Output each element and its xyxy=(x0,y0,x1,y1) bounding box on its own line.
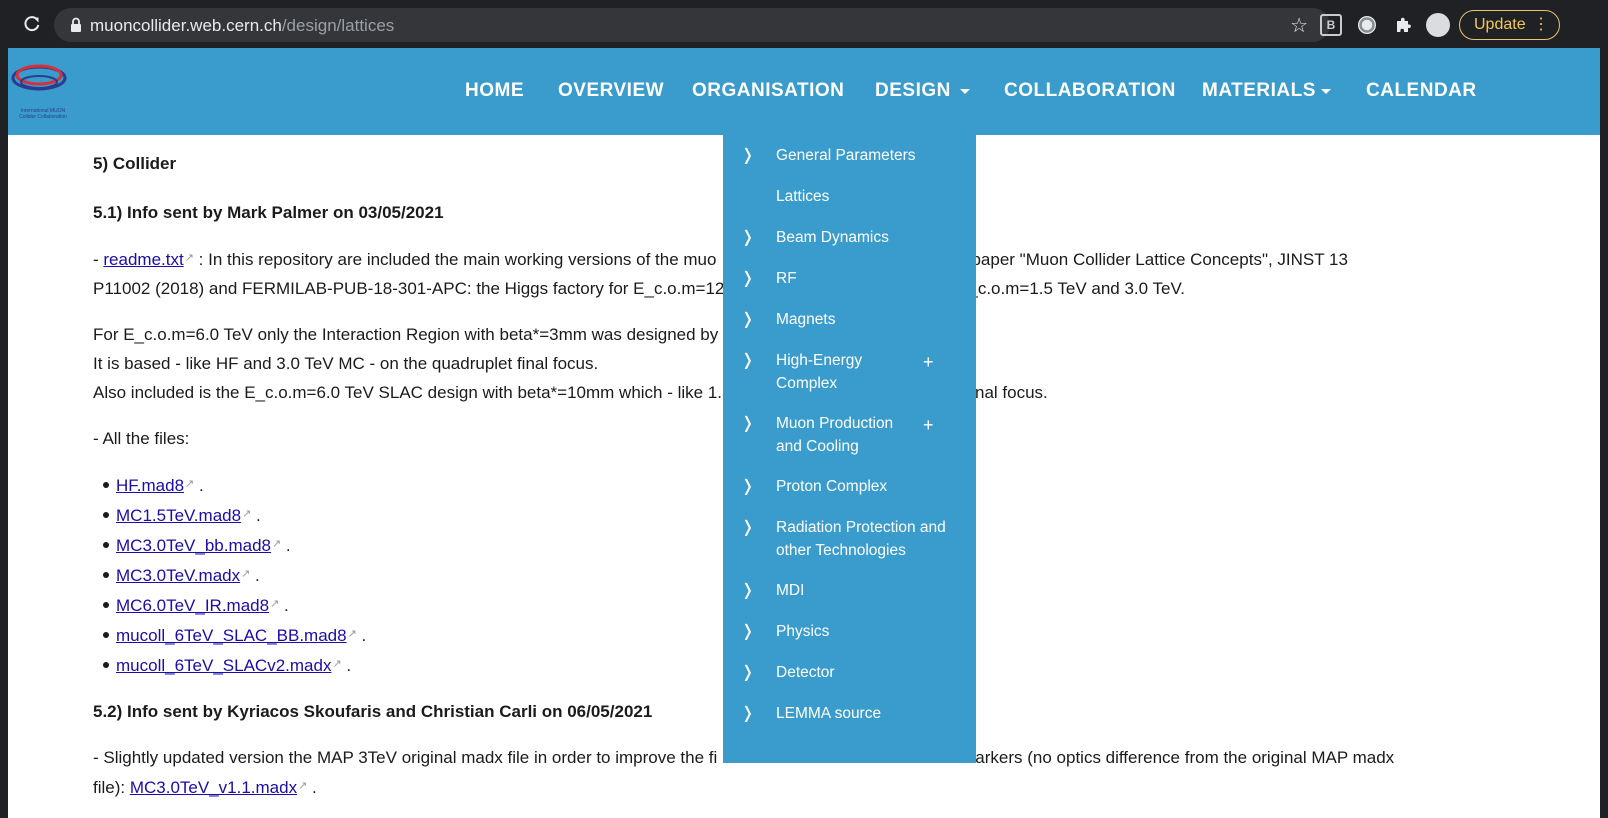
dropdown-item-label: Detector xyxy=(776,664,835,681)
dropdown-item-label: LEMMA source xyxy=(776,705,882,722)
profile-avatar[interactable] xyxy=(1426,13,1450,37)
external-link-icon: ↗ xyxy=(298,780,308,792)
materials-caret-icon[interactable] xyxy=(1321,89,1331,94)
external-link-icon: ↗ xyxy=(185,478,195,490)
file-link[interactable]: mucoll_6TeV_SLAC_BB.mad8 xyxy=(116,626,347,645)
nav-calendar[interactable]: CALENDAR xyxy=(1366,80,1477,102)
menu-dots-icon: ⋮ xyxy=(1533,16,1549,33)
chevron-right-icon: ❭ xyxy=(741,705,755,722)
period-text: . xyxy=(281,536,291,555)
lock-icon xyxy=(71,17,81,32)
address-bar[interactable]: muoncollider.web.cern.ch/design/lattices… xyxy=(54,8,1330,42)
chevron-right-icon: ❭ xyxy=(741,311,755,328)
url-text: muoncollider.web.cern.ch/design/lattices xyxy=(90,16,394,36)
external-link-icon: ↗ xyxy=(241,568,251,580)
chevron-right-icon: ❭ xyxy=(741,415,755,432)
para3-b: arkers (no optics difference from the or… xyxy=(975,748,1395,767)
imcc-logo[interactable]: International MUON Collider Collaboratio… xyxy=(10,58,70,120)
dropdown-item-label: Physics xyxy=(776,623,830,640)
readme-text-b: paper "Muon Collider Lattice Concepts", … xyxy=(971,250,1348,269)
site-header: International MUON Collider Collaboratio… xyxy=(8,48,1600,135)
chevron-right-icon: ❭ xyxy=(741,147,755,164)
readme-line2-b: E_c.o.m=1.5 TeV and 3.0 TeV. xyxy=(957,279,1185,298)
reload-icon[interactable] xyxy=(20,12,44,36)
extension-b-icon[interactable]: B xyxy=(1320,14,1342,36)
external-link-icon: ↗ xyxy=(347,628,357,640)
dropdown-item-label: Proton Complex xyxy=(776,478,888,495)
period-text: . xyxy=(279,596,289,615)
dropdown-item-label: Muon Production and Cooling xyxy=(776,415,894,455)
nav-overview[interactable]: OVERVIEW xyxy=(558,80,664,102)
external-link-icon: ↗ xyxy=(270,598,280,610)
chevron-right-icon: ❭ xyxy=(741,229,755,246)
update-label: Update xyxy=(1474,16,1526,33)
chevron-right-icon: ❭ xyxy=(741,478,755,495)
chevron-right-icon: ❭ xyxy=(741,664,755,681)
expand-plus-icon[interactable]: + xyxy=(923,414,934,437)
readme-line2-a: P11002 (2018) and FERMILAB-PUB-18-301-AP… xyxy=(93,279,748,298)
readme-link[interactable]: readme.txt xyxy=(103,250,183,269)
url-path: /design/lattices xyxy=(281,16,395,35)
chevron-right-icon: ❭ xyxy=(741,352,755,369)
chevron-right-icon: ❭ xyxy=(741,270,755,287)
chevron-right-icon: ❭ xyxy=(741,623,755,640)
file-link[interactable]: MC1.5TeV.mad8 xyxy=(116,506,241,525)
chevron-right-icon: ❭ xyxy=(741,519,755,536)
nav-home[interactable]: HOME xyxy=(465,80,524,102)
nav-materials[interactable]: MATERIALS xyxy=(1202,80,1316,102)
update-button[interactable]: Update ⋮ xyxy=(1459,10,1560,40)
bookmark-star-icon[interactable]: ☆ xyxy=(1290,13,1308,38)
period-text: . xyxy=(251,506,261,525)
para3-a: - Slightly updated version the MAP 3TeV … xyxy=(93,748,718,767)
external-link-icon: ↗ xyxy=(332,658,342,670)
file-link[interactable]: MC3.0TeV_bb.mad8 xyxy=(116,536,271,555)
expand-plus-icon[interactable]: + xyxy=(923,351,934,374)
dash-text: - xyxy=(93,250,104,269)
external-link-icon: ↗ xyxy=(242,508,252,520)
browser-window: muoncollider.web.cern.ch/design/lattices… xyxy=(8,0,1600,818)
chevron-right-icon: ❭ xyxy=(741,582,755,599)
period-text: . xyxy=(356,626,367,645)
period-text: . xyxy=(341,656,352,675)
dropdown-item-label: Lattices xyxy=(776,188,830,205)
dropdown-item-label: Magnets xyxy=(776,311,836,328)
external-link-icon: ↗ xyxy=(271,538,282,550)
external-link-icon: ↗ xyxy=(184,252,194,264)
logo-text: International MUON Collider Collaboratio… xyxy=(19,108,67,120)
madx-v11-link[interactable]: MC3.0TeV_v1.1.madx xyxy=(130,778,297,797)
para2-line3-b: final focus. xyxy=(966,383,1048,402)
url-host: muoncollider.web.cern.ch xyxy=(90,16,282,35)
dropdown-item-label: RF xyxy=(776,270,797,287)
extensions-puzzle-icon[interactable] xyxy=(1392,14,1414,36)
dropdown-item-label: High-Energy Complex xyxy=(776,352,863,392)
period-text: . xyxy=(250,566,260,585)
para3-line2: file): MC3.0TeV_v1.1.madx↗ . xyxy=(93,772,1573,802)
period-text: . xyxy=(307,778,317,797)
file-link[interactable]: mucoll_6TeV_SLACv2.madx xyxy=(116,656,331,675)
design-caret-icon[interactable] xyxy=(960,89,970,94)
para2-line3-a: Also included is the E_c.o.m=6.0 TeV SLA… xyxy=(93,383,732,402)
readme-text-a: : In this repository are included the ma… xyxy=(193,250,717,269)
dropdown-item-label: Radiation Protection and other Technolog… xyxy=(776,519,946,559)
dropdown-item-label: MDI xyxy=(776,582,805,599)
extension-circle-icon[interactable] xyxy=(1356,14,1378,36)
design-dropdown-menu: ❭ General Parameters Lattices ❭ Beam Dynam… xyxy=(723,135,976,763)
nav-collaboration[interactable]: COLLABORATION xyxy=(1004,80,1176,102)
file-link[interactable]: HF.mad8 xyxy=(116,476,184,495)
dropdown-item-label: Beam Dynamics xyxy=(776,229,889,246)
nav-organisation[interactable]: ORGANISATION xyxy=(692,80,844,102)
file-link[interactable]: MC3.0TeV.madx xyxy=(116,566,240,585)
file-link[interactable]: MC6.0TeV_IR.mad8 xyxy=(116,596,269,615)
browser-toolbar: muoncollider.web.cern.ch/design/lattices… xyxy=(8,0,1600,48)
period-text: . xyxy=(194,476,204,495)
nav-design[interactable]: DESIGN xyxy=(875,80,951,102)
dropdown-item-label: General Parameters xyxy=(776,147,916,164)
para3-line2-text: file): xyxy=(93,778,130,797)
